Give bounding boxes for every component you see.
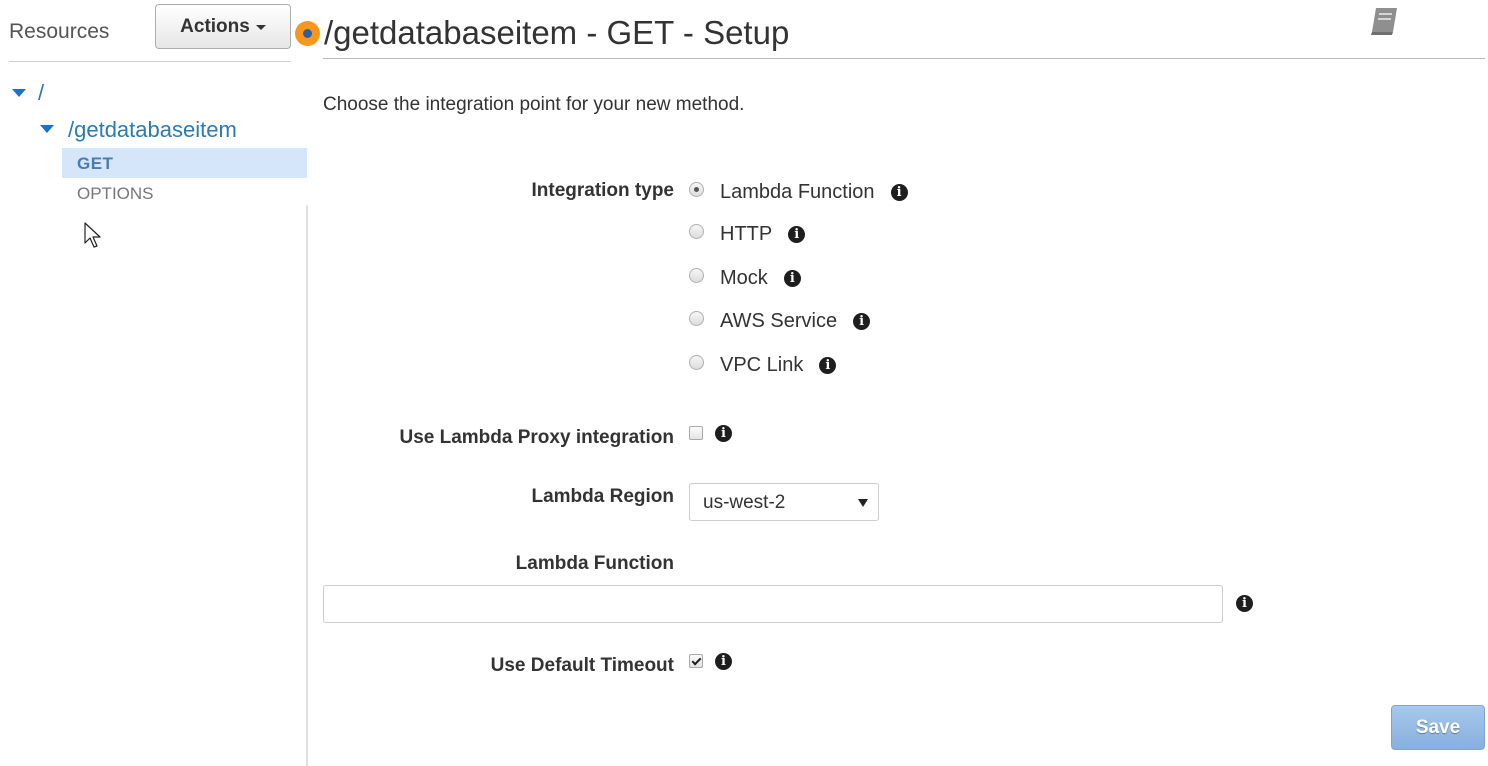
actions-dropdown-button[interactable]: Actions (155, 4, 291, 49)
tree-method-get-label: GET (77, 154, 114, 173)
radio-http[interactable] (689, 223, 704, 239)
info-icon[interactable]: i (819, 356, 837, 374)
lambda-proxy-label: Use Lambda Proxy integration (399, 427, 674, 448)
lambda-region-value: us-west-2 (703, 492, 786, 513)
status-dot-icon (295, 21, 320, 46)
lambda-proxy-checkbox[interactable] (689, 426, 703, 440)
resources-panel: Resources Actions / /getdatabaseitem GET… (0, 0, 307, 766)
intro-text: Choose the integration point for your ne… (323, 94, 745, 115)
info-icon[interactable]: i (890, 183, 908, 201)
resources-title: Resources (9, 20, 110, 43)
tree-item-getdatabaseitem[interactable]: /getdatabaseitem (68, 117, 237, 143)
radio-label-mock[interactable]: Mock (720, 267, 768, 290)
mouse-cursor-icon (84, 222, 101, 248)
integration-option-vpc-link[interactable]: VPC Link i (689, 352, 837, 378)
radio-label-lambda-function[interactable]: Lambda Function (720, 181, 875, 204)
integration-option-mock[interactable]: Mock i (689, 265, 801, 291)
save-button[interactable]: Save (1391, 705, 1485, 750)
integration-type-label: Integration type (531, 180, 674, 201)
default-timeout-control: i (689, 648, 732, 674)
info-icon[interactable]: i (783, 269, 801, 287)
caret-down-icon (255, 25, 266, 30)
radio-aws-service[interactable] (689, 310, 704, 326)
radio-vpc-link[interactable] (689, 354, 704, 370)
title-divider (323, 58, 1485, 59)
tree-item-root[interactable]: / (38, 80, 44, 106)
default-timeout-checkbox[interactable] (689, 654, 703, 668)
tree-method-options[interactable]: OPTIONS (77, 184, 154, 204)
radio-label-http[interactable]: HTTP (720, 223, 772, 246)
lambda-proxy-control: i (689, 420, 732, 446)
tree-expand-caret-icon[interactable] (12, 89, 26, 97)
info-icon[interactable]: i (1236, 595, 1253, 612)
lambda-function-label: Lambda Function (515, 553, 674, 574)
radio-label-aws-service[interactable]: AWS Service (720, 310, 837, 333)
actions-button-label: Actions (180, 15, 250, 37)
tree-expand-caret-icon[interactable] (40, 125, 54, 133)
panel-splitter[interactable] (306, 205, 308, 766)
integration-option-http[interactable]: HTTP i (689, 221, 806, 247)
lambda-region-select[interactable]: us-west-2 (689, 483, 879, 521)
info-icon[interactable]: i (715, 652, 732, 670)
info-icon[interactable]: i (788, 225, 806, 243)
page-title: /getdatabaseitem - GET - Setup (324, 14, 790, 51)
dropdown-arrow-icon (858, 499, 868, 507)
info-icon[interactable]: i (715, 424, 732, 442)
lambda-function-input[interactable] (323, 585, 1223, 623)
radio-label-vpc-link[interactable]: VPC Link (720, 354, 803, 377)
lambda-region-label: Lambda Region (531, 486, 674, 507)
docs-book-icon[interactable] (1366, 4, 1402, 38)
info-icon[interactable]: i (853, 312, 871, 330)
tree-method-get[interactable]: GET (62, 148, 307, 178)
integration-option-aws-service[interactable]: AWS Service i (689, 308, 871, 334)
radio-mock[interactable] (689, 267, 704, 283)
default-timeout-label: Use Default Timeout (490, 655, 674, 676)
radio-lambda-function[interactable] (689, 181, 704, 197)
integration-option-lambda[interactable]: Lambda Function i (689, 179, 908, 205)
resources-divider (9, 61, 291, 62)
